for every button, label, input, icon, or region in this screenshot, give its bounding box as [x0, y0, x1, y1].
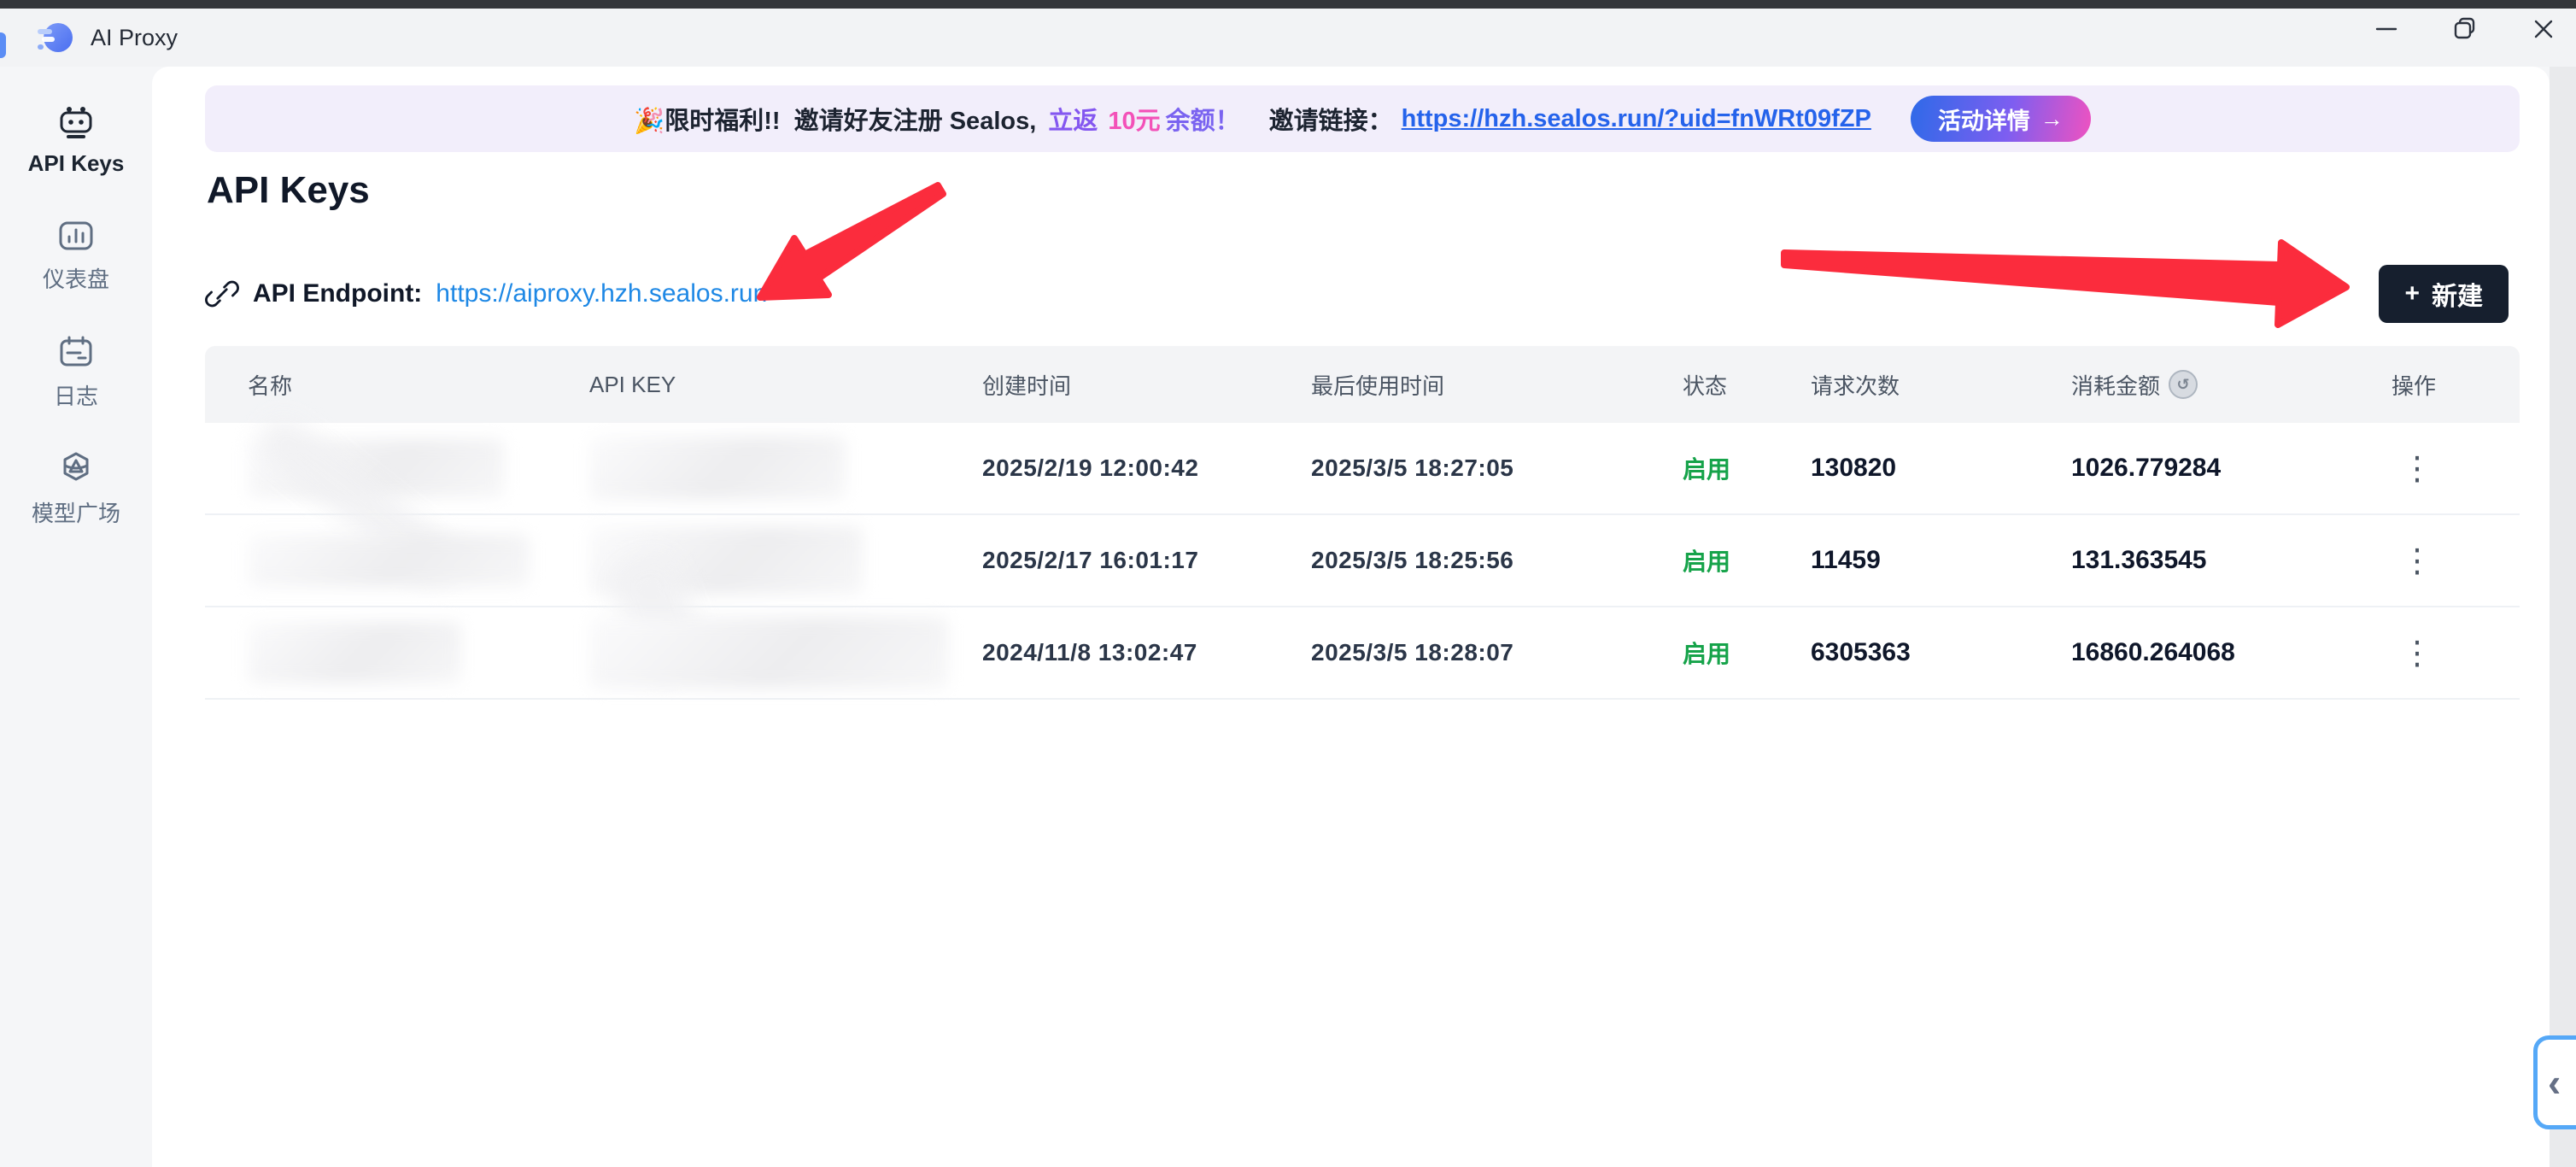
models-icon [56, 450, 96, 490]
cell-lastused: 2025/3/5 18:28:07 [1268, 639, 1640, 666]
page-title: API Keys [207, 169, 370, 212]
restore-icon [2452, 16, 2478, 42]
row-menu-button[interactable]: ⋮ [2392, 535, 2443, 586]
dashboard-icon [56, 216, 96, 255]
cell-actions: ⋮ [2349, 535, 2520, 586]
robot-icon [56, 104, 96, 144]
chevron-left-icon: ‹ [2548, 1059, 2561, 1105]
status-badge: 启用 [1640, 543, 1768, 578]
promo-details-button[interactable]: 活动详情 → [1911, 96, 2091, 142]
redacted-name-blur [248, 534, 530, 587]
app-body: API Keys 仪表盘 日志 [0, 67, 2576, 1167]
cell-requests: 11459 [1768, 546, 2029, 575]
sidebar-item-label: API Keys [28, 150, 125, 177]
sidebar-item-logs[interactable]: 日志 [54, 333, 98, 411]
main-panel: 🎉限时福利!! 邀请好友注册 Sealos, 立返 10元 余额！ 邀请链接： … [152, 67, 2550, 1167]
col-header-created: 创建时间 [940, 369, 1268, 401]
status-badge: 启用 [1640, 451, 1768, 485]
table-row: 2025/2/19 12:00:42 2025/3/5 18:27:05 启用 … [205, 423, 2520, 515]
collapse-panel-tab[interactable]: ‹ [2533, 1035, 2576, 1129]
plus-icon: + [2404, 279, 2420, 308]
app-logo-icon [36, 18, 75, 57]
promo-details-label: 活动详情 [1938, 103, 2030, 136]
sidebar-item-dashboard[interactable]: 仪表盘 [43, 216, 109, 294]
banner-invite-label: 邀请链接： [1269, 101, 1393, 137]
row-menu-button[interactable]: ⋮ [2392, 443, 2443, 494]
endpoint-link[interactable]: https://aiproxy.hzh.sealos.run [436, 279, 767, 308]
col-header-requests: 请求次数 [1768, 369, 2029, 401]
sidebar-item-model-plaza[interactable]: 模型广场 [32, 450, 120, 528]
cell-actions: ⋮ [2349, 627, 2520, 678]
cell-created: 2025/2/19 12:00:42 [940, 454, 1268, 482]
calendar-icon [56, 333, 96, 372]
coin-icon: ↺ [2169, 370, 2198, 399]
endpoint-row: API Endpoint: https://aiproxy.hzh.sealos… [205, 270, 767, 318]
col-header-status: 状态 [1640, 369, 1768, 401]
cell-amount: 16860.264068 [2029, 638, 2349, 667]
link-icon [205, 277, 239, 311]
titlebar: AI Proxy [0, 9, 2576, 67]
redacted-name-blur [248, 622, 461, 683]
col-header-apikey: API KEY [547, 372, 940, 398]
redacted-key-blur [589, 617, 948, 689]
cell-name [205, 622, 547, 683]
status-badge: 启用 [1640, 636, 1768, 670]
cell-apikey [547, 437, 940, 500]
banner-highlight-balance: 余额！ [1166, 101, 1240, 137]
sidebar: API Keys 仪表盘 日志 [0, 67, 152, 1167]
table-row: 2024/11/8 13:02:47 2025/3/5 18:28:07 启用 … [205, 607, 2520, 700]
close-icon [2531, 16, 2556, 42]
minimize-button[interactable] [2361, 3, 2412, 55]
cell-requests: 6305363 [1768, 638, 2029, 667]
col-header-amount-label: 消耗金额 [2071, 369, 2160, 401]
col-header-lastused: 最后使用时间 [1268, 369, 1640, 401]
sidebar-item-label: 模型广场 [32, 496, 120, 528]
col-header-name: 名称 [205, 369, 547, 401]
redacted-key-blur [589, 437, 846, 500]
cell-name [205, 534, 547, 587]
table-header: 名称 API KEY 创建时间 最后使用时间 状态 请求次数 消耗金额 ↺ 操作 [205, 346, 2520, 423]
cell-created: 2024/11/8 13:02:47 [940, 639, 1268, 666]
new-key-button-label: 新建 [2432, 275, 2483, 313]
banner-highlight-return: 立返 [1048, 101, 1098, 137]
cell-requests: 130820 [1768, 454, 2029, 483]
window-title: AI Proxy [91, 25, 178, 51]
table-row: 2025/2/17 16:01:17 2025/3/5 18:25:56 启用 … [205, 515, 2520, 607]
banner-highlight-amount: 10元 [1108, 101, 1160, 137]
banner-text: 🎉限时福利!! 邀请好友注册 Sealos, [634, 101, 1043, 137]
cell-created: 2025/2/17 16:01:17 [940, 547, 1268, 574]
cell-apikey [547, 617, 940, 689]
cell-amount: 131.363545 [2029, 546, 2349, 575]
sidebar-item-label: 日志 [54, 379, 98, 411]
sidebar-item-label: 仪表盘 [43, 262, 109, 294]
row-menu-button[interactable]: ⋮ [2392, 627, 2443, 678]
sidebar-item-api-keys[interactable]: API Keys [28, 104, 125, 177]
window-top-strip [0, 0, 2576, 9]
restore-button[interactable] [2439, 3, 2491, 55]
cell-actions: ⋮ [2349, 443, 2520, 494]
minimize-icon [2374, 16, 2399, 42]
cell-lastused: 2025/3/5 18:25:56 [1268, 547, 1640, 574]
cell-lastused: 2025/3/5 18:27:05 [1268, 454, 1640, 482]
col-header-actions: 操作 [2349, 369, 2520, 401]
endpoint-label: API Endpoint: [253, 279, 422, 308]
cell-amount: 1026.779284 [2029, 454, 2349, 483]
cell-name [205, 439, 547, 497]
invite-link[interactable]: https://hzh.sealos.run/?uid=fnWRt09fZP [1402, 105, 1871, 133]
arrow-right-icon: → [2040, 106, 2064, 132]
col-header-amount: 消耗金额 ↺ [2029, 369, 2349, 401]
promo-banner: 🎉限时福利!! 邀请好友注册 Sealos, 立返 10元 余额！ 邀请链接： … [205, 85, 2520, 152]
new-key-button[interactable]: + 新建 [2379, 265, 2509, 323]
api-keys-table: 名称 API KEY 创建时间 最后使用时间 状态 请求次数 消耗金额 ↺ 操作 [205, 346, 2520, 700]
close-button[interactable] [2518, 3, 2569, 55]
edge-accent [0, 32, 6, 58]
scrollbar-track[interactable] [2550, 67, 2576, 1167]
cell-apikey [547, 526, 940, 595]
